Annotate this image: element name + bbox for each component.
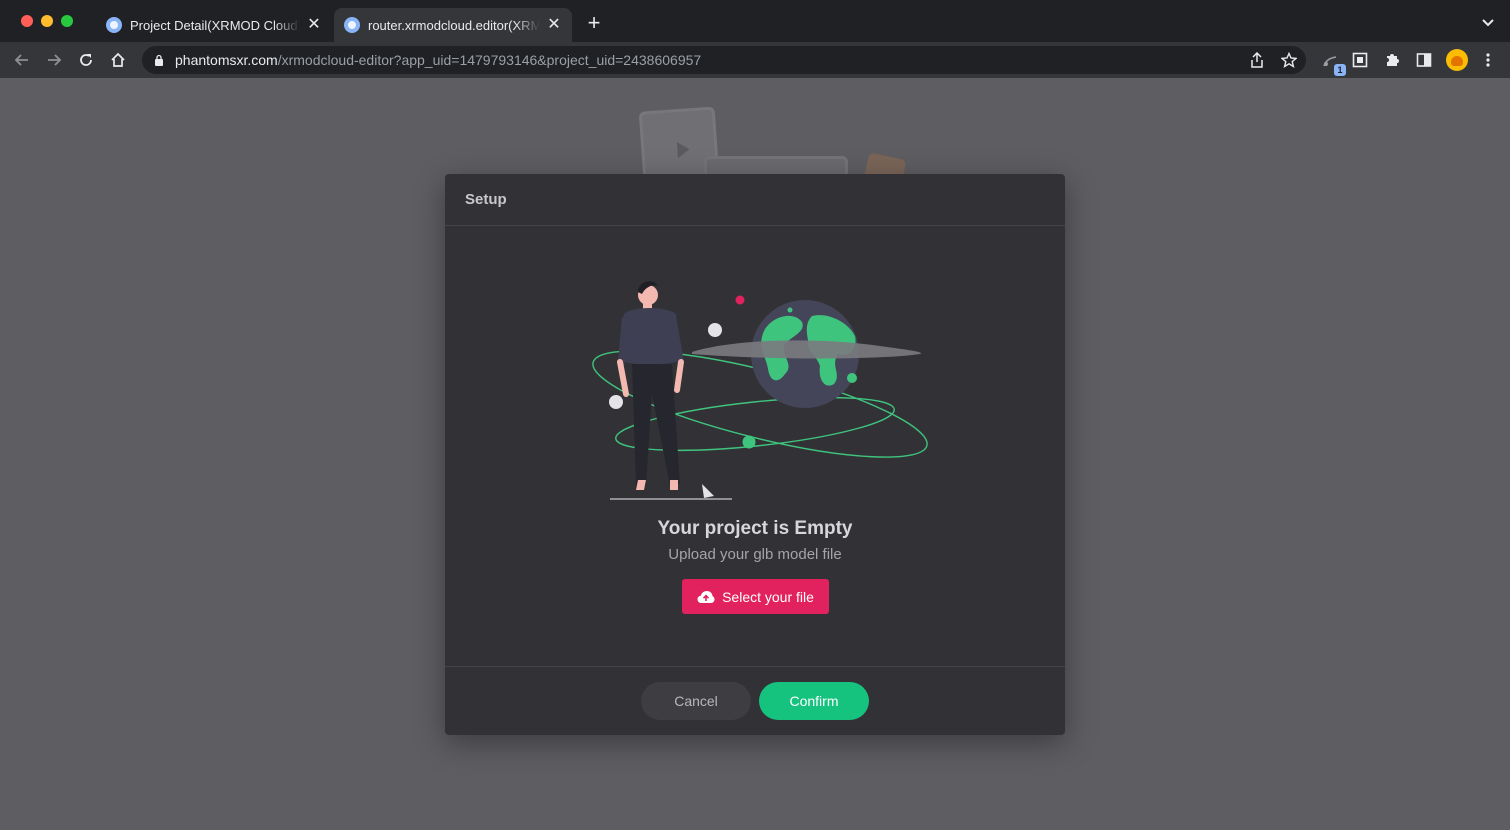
star-icon[interactable] (1280, 51, 1298, 69)
empty-project-illustration (592, 281, 928, 500)
tab-close-icon[interactable]: ✕ (546, 17, 562, 33)
address-bar[interactable]: phantomsxr.com/xrmodcloud-editor?app_uid… (142, 46, 1306, 74)
tab-title: Project Detail(XRMOD Cloud) - (130, 17, 300, 33)
tab-project-detail[interactable]: Project Detail(XRMOD Cloud) - ✕ (96, 8, 332, 42)
reload-icon[interactable] (76, 50, 96, 70)
close-window-button[interactable] (21, 15, 33, 27)
tab-search-chevron-icon[interactable] (1478, 16, 1498, 30)
maximize-window-button[interactable] (61, 15, 73, 27)
select-file-label: Select your file (722, 588, 814, 605)
home-icon[interactable] (108, 50, 128, 70)
minimize-window-button[interactable] (41, 15, 53, 27)
extension-badge: 1 (1334, 64, 1346, 76)
back-icon[interactable] (12, 50, 32, 70)
profile-avatar[interactable] (1446, 49, 1468, 71)
tab-bar: Project Detail(XRMOD Cloud) - ✕ router.x… (0, 0, 1510, 42)
tab-editor[interactable]: router.xrmodcloud.editor(XRMOD ✕ (334, 8, 572, 42)
browser-toolbar: phantomsxr.com/xrmodcloud-editor?app_uid… (0, 42, 1510, 78)
page-overlay: Setup Your project is Empty Upload your … (0, 78, 1510, 830)
puzzle-icon[interactable] (1382, 50, 1402, 70)
new-tab-button[interactable]: + (584, 12, 604, 34)
url-text: phantomsxr.com/xrmodcloud-editor?app_uid… (175, 52, 702, 68)
setup-modal: Setup Your project is Empty Upload your … (445, 174, 1065, 735)
favicon-icon (344, 17, 360, 33)
confirm-button[interactable]: Confirm (759, 682, 869, 720)
empty-subtitle: Upload your glb model file (668, 546, 842, 563)
modal-title: Setup (465, 191, 507, 208)
select-file-button[interactable]: Select your file (682, 579, 829, 614)
lock-icon[interactable] (154, 54, 164, 66)
tab-title: router.xrmodcloud.editor(XRMOD (368, 17, 540, 33)
tab-close-icon[interactable]: ✕ (306, 17, 322, 33)
modal-footer: Cancel Confirm (445, 666, 1065, 735)
cloud-upload-icon (697, 590, 715, 603)
forward-icon[interactable] (44, 50, 64, 70)
sidepanel-icon[interactable] (1414, 50, 1434, 70)
empty-title: Your project is Empty (657, 518, 853, 539)
modal-header: Setup (445, 174, 1065, 226)
cancel-button[interactable]: Cancel (641, 682, 751, 720)
favicon-icon (106, 17, 122, 33)
share-icon[interactable] (1248, 51, 1266, 69)
screenshot-icon[interactable] (1350, 50, 1370, 70)
menu-icon[interactable] (1478, 50, 1498, 70)
extension-icon[interactable]: 1 (1320, 50, 1346, 76)
